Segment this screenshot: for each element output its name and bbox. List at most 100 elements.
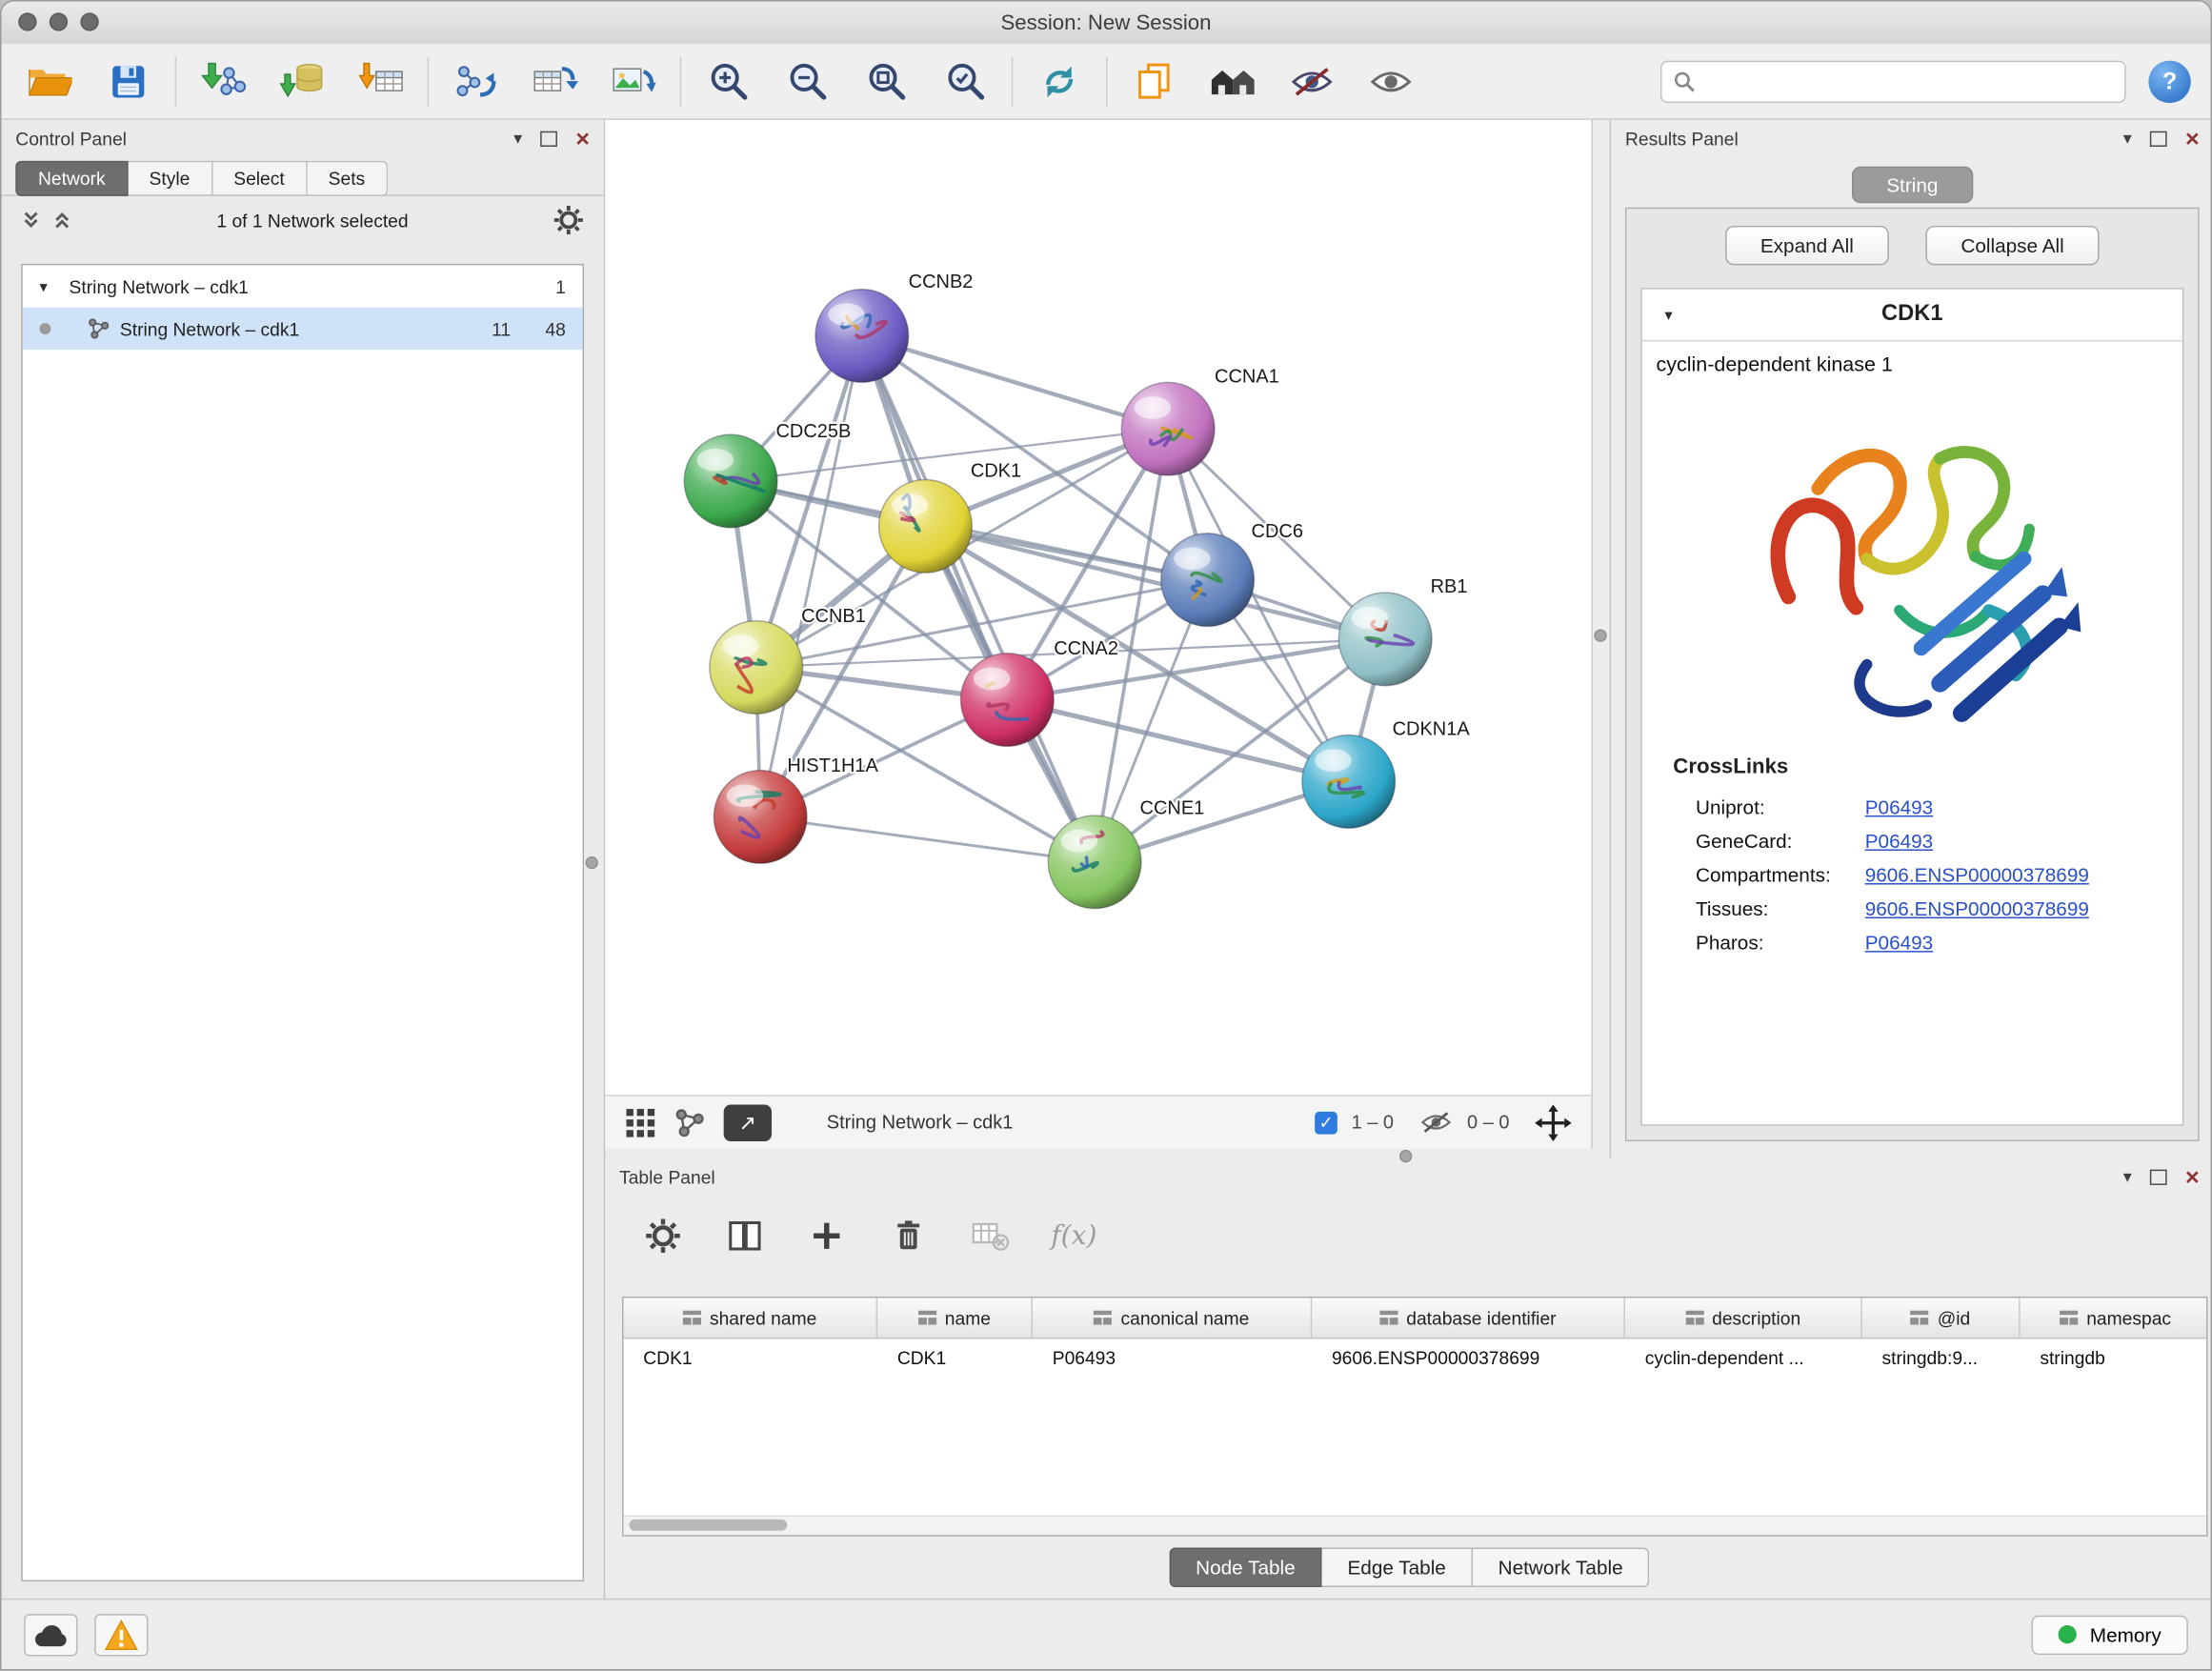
tab-edge-table[interactable]: Edge Table <box>1322 1548 1473 1587</box>
panel-float-icon[interactable] <box>540 131 557 146</box>
crosslink-link[interactable]: P06493 <box>1865 795 1933 818</box>
scrollbar-thumb[interactable] <box>629 1520 787 1531</box>
column-header-id[interactable]: @id <box>1862 1298 2021 1337</box>
panel-collapse-icon[interactable]: ▾ <box>2123 130 2132 147</box>
network-node-CCNB2[interactable] <box>815 290 909 383</box>
birdseye-grid-icon[interactable] <box>625 1107 656 1138</box>
selected-checkbox-icon[interactable]: ✓ <box>1315 1111 1337 1134</box>
network-node-CDK1[interactable] <box>879 479 973 573</box>
column-header-canonical-name[interactable]: canonical name <box>1033 1298 1312 1337</box>
panel-float-icon[interactable] <box>2150 1169 2167 1184</box>
column-header-database-identifier[interactable]: database identifier <box>1312 1298 1625 1337</box>
crosslink-link[interactable]: 9606.ENSP00000378699 <box>1865 897 2089 920</box>
import-network-database-button[interactable] <box>268 49 335 113</box>
network-collection-row[interactable]: ▾ String Network – cdk1 1 <box>23 265 583 307</box>
network-node-CCNA2[interactable] <box>960 654 1054 747</box>
network-node-HIST1H1A[interactable] <box>714 771 807 864</box>
minimize-window-button[interactable] <box>50 12 68 30</box>
cloud-status-button[interactable] <box>24 1613 77 1655</box>
close-window-button[interactable] <box>18 12 36 30</box>
zoom-out-button[interactable] <box>774 49 841 113</box>
search-input[interactable] <box>1704 70 2113 93</box>
tab-network-table[interactable]: Network Table <box>1473 1548 1650 1587</box>
network-node-CCNB1[interactable] <box>710 621 803 715</box>
zoom-selected-button[interactable] <box>931 49 998 113</box>
collapse-all-button[interactable]: Collapse All <box>1925 226 2099 265</box>
tab-style[interactable]: Style <box>128 161 212 196</box>
zoom-in-button[interactable] <box>694 49 762 113</box>
expand-all-chevron-icon[interactable] <box>52 211 72 231</box>
refresh-view-button[interactable] <box>1026 49 1094 113</box>
import-table-file-button[interactable] <box>347 49 414 113</box>
function-builder-button[interactable]: f(x) <box>1051 1215 1096 1257</box>
delete-table-button[interactable] <box>969 1215 1011 1257</box>
open-session-button[interactable] <box>15 49 83 113</box>
panel-close-icon[interactable]: × <box>575 127 590 151</box>
column-header-name[interactable]: name <box>877 1298 1033 1337</box>
panel-close-icon[interactable]: × <box>2185 127 2200 151</box>
splitter-handle[interactable] <box>1594 629 1606 641</box>
expand-all-button[interactable]: Expand All <box>1725 226 1889 265</box>
zoom-fit-button[interactable] <box>852 49 919 113</box>
splitter-handle[interactable] <box>1399 1150 1412 1162</box>
tab-sets[interactable]: Sets <box>307 161 387 196</box>
column-sort-icon <box>1379 1309 1398 1326</box>
network-canvas[interactable]: CCNB2CCNA1CDC25BCDK1CDC6RB1CCNB1CCNA2CDK… <box>605 120 1593 1095</box>
splitter-handle[interactable] <box>586 856 598 869</box>
show-all-button[interactable] <box>1357 49 1425 113</box>
disclosure-triangle-icon[interactable]: ▾ <box>39 277 59 295</box>
network-edge-CCNE1-HIST1H1A[interactable] <box>760 816 1095 861</box>
column-header-shared-name[interactable]: shared name <box>624 1298 878 1337</box>
panel-collapse-icon[interactable]: ▾ <box>513 130 522 147</box>
node-gloss <box>1315 749 1352 772</box>
panel-collapse-icon[interactable]: ▾ <box>2123 1168 2132 1185</box>
export-table-button[interactable] <box>520 49 588 113</box>
help-button[interactable]: ? <box>2148 60 2190 102</box>
network-edge-CCNB2-HIST1H1A[interactable] <box>760 335 862 816</box>
table-settings-button[interactable] <box>642 1215 684 1257</box>
crosslink-link[interactable]: P06493 <box>1865 830 1933 853</box>
detach-view-button[interactable]: ↗ <box>724 1104 772 1141</box>
tab-select[interactable]: Select <box>212 161 307 196</box>
protein-details-card: ▾ CDK1 cyclin-dependent kinase 1 <box>1640 288 2183 1126</box>
network-edge-CCNA2-CDKN1A[interactable] <box>1007 700 1348 782</box>
zoom-window-button[interactable] <box>80 12 98 30</box>
network-node-CDC6[interactable] <box>1161 534 1255 627</box>
save-session-button[interactable] <box>94 49 162 113</box>
collapse-all-chevron-icon[interactable] <box>21 211 41 231</box>
memory-button[interactable]: Memory <box>2032 1615 2188 1654</box>
network-row[interactable]: String Network – cdk1 11 48 <box>23 308 583 350</box>
export-network-button[interactable] <box>442 49 510 113</box>
import-network-file-button[interactable] <box>189 49 256 113</box>
browser-home-button[interactable] <box>1199 49 1267 113</box>
tab-network[interactable]: Network <box>15 161 128 196</box>
copy-view-button[interactable] <box>1120 49 1188 113</box>
fx-icon: f(x) <box>1051 1220 1096 1252</box>
column-header-namespace[interactable]: namespac <box>2021 1298 2208 1337</box>
show-columns-button[interactable] <box>724 1215 766 1257</box>
network-edge-CCNE1-CCNB2[interactable] <box>862 335 1095 861</box>
network-edge-CCNB2-CCNA1[interactable] <box>862 335 1168 429</box>
network-node-RB1[interactable] <box>1338 593 1432 686</box>
panel-float-icon[interactable] <box>2150 131 2167 146</box>
network-share-icon[interactable] <box>674 1107 706 1138</box>
crosslink-link[interactable]: P06493 <box>1865 931 1933 954</box>
delete-column-button[interactable] <box>887 1215 929 1257</box>
horizontal-scrollbar[interactable] <box>624 1515 2207 1535</box>
table-row[interactable]: CDK1 CDK1 P06493 9606.ENSP00000378699 cy… <box>624 1339 2207 1377</box>
warnings-button[interactable] <box>94 1613 148 1655</box>
column-header-description[interactable]: description <box>1625 1298 1862 1337</box>
gear-icon[interactable] <box>553 205 584 236</box>
crosslink-link[interactable]: 9606.ENSP00000378699 <box>1865 863 2089 886</box>
tab-node-table[interactable]: Node Table <box>1169 1548 1322 1587</box>
network-node-CDKN1A[interactable] <box>1302 735 1396 829</box>
crosslink-row: Uniprot: P06493 <box>1642 790 2182 824</box>
move-crosshair-icon[interactable] <box>1535 1104 1572 1141</box>
hide-selected-button[interactable] <box>1278 49 1346 113</box>
tab-string[interactable]: String <box>1851 167 1973 204</box>
protein-card-header[interactable]: ▾ CDK1 <box>1642 290 2182 342</box>
panel-close-icon[interactable]: × <box>2185 1164 2200 1188</box>
disclosure-triangle-icon[interactable]: ▾ <box>1664 306 1684 324</box>
export-image-button[interactable] <box>599 49 667 113</box>
add-column-button[interactable] <box>806 1215 848 1257</box>
